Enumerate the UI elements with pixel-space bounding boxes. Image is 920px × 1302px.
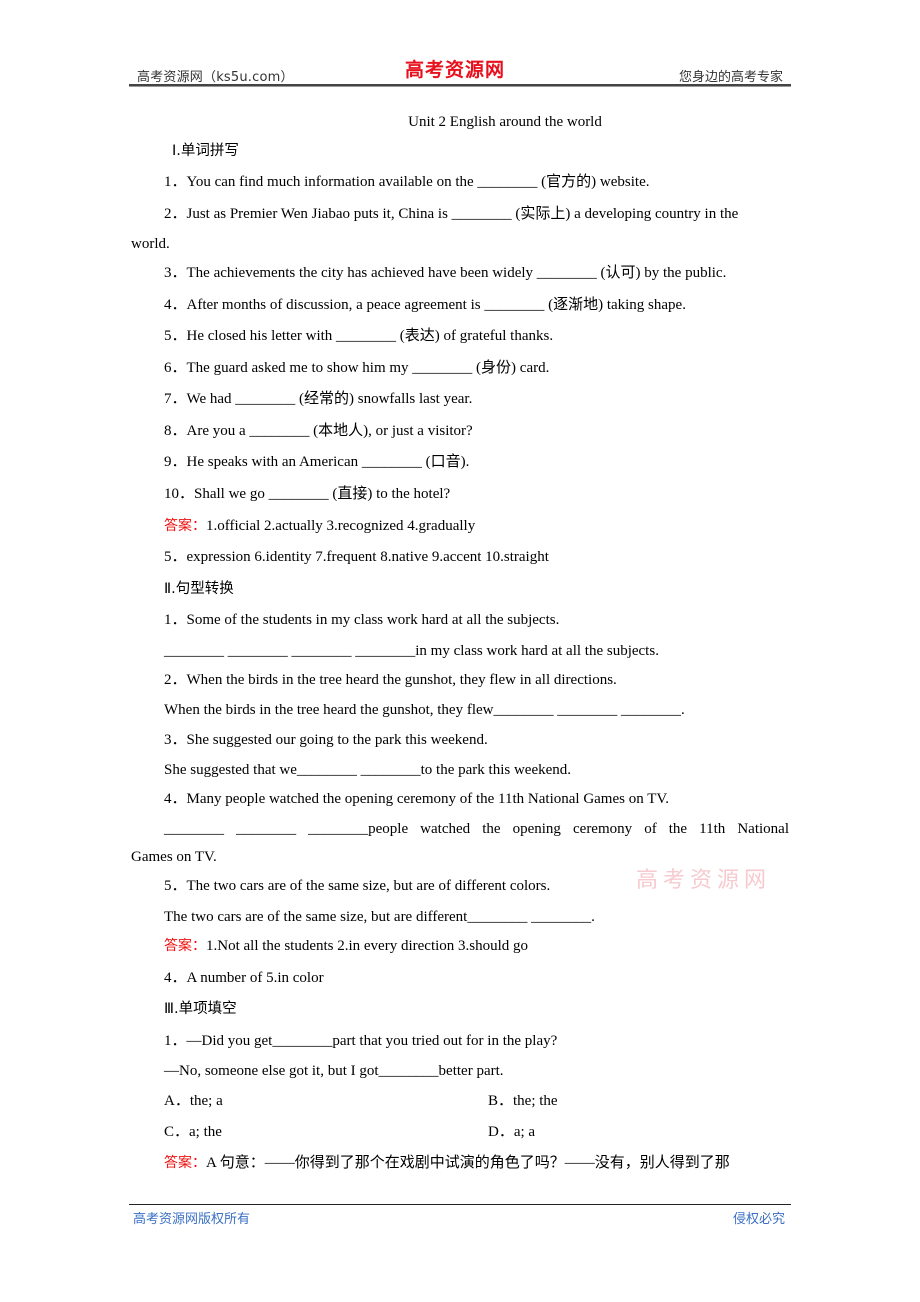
- footer-copyright: 高考资源网版权所有: [133, 1212, 251, 1227]
- s2-item-5-rewrite: The two cars are of the same size, but a…: [164, 909, 595, 925]
- s1-item-8: 8．Are you a ________ (本地人), or just a vi…: [164, 423, 473, 439]
- header-divider: [129, 84, 791, 87]
- word: of: [644, 821, 657, 837]
- s2-item-4: 4．Many people watched the opening ceremo…: [164, 791, 670, 807]
- footer-divider: [129, 1204, 791, 1205]
- answer-text: A 句意：——你得到了那个在戏剧中试演的角色了吗？——没有，别人得到了那: [206, 1155, 730, 1171]
- answer-label: 答案：: [164, 1155, 206, 1171]
- document-page: 高考资源网（ks5u.com） 高考资源网 您身边的高考专家 Unit 2 En…: [0, 0, 920, 1302]
- s3-question-1: 1．—Did you get________part that you trie…: [164, 1033, 558, 1049]
- word: the: [668, 821, 688, 837]
- s1-answer-cont: 5．expression 6.identity 7.frequent 8.nat…: [164, 549, 549, 565]
- section-3-heading: Ⅲ.单项填空: [164, 1001, 237, 1017]
- word: opening: [512, 821, 561, 837]
- s1-item-5: 5．He closed his letter with ________ (表达…: [164, 328, 554, 344]
- word: ________people: [308, 821, 409, 837]
- document-title: Unit 2 English around the world: [408, 114, 602, 130]
- s1-item-2: 2．Just as Premier Wen Jiabao puts it, Ch…: [164, 206, 739, 222]
- section-1-heading: Ⅰ.单词拼写: [172, 143, 239, 159]
- option-d: D．a; a: [488, 1124, 536, 1140]
- s2-item-4-rewrite: ________ ________ ________people watched…: [164, 820, 789, 838]
- s2-item-4-cont: Games on TV.: [131, 849, 217, 865]
- word: watched: [420, 821, 471, 837]
- header-logo: 高考资源网: [405, 59, 506, 81]
- s3-answer: 答案：A 句意：——你得到了那个在戏剧中试演的角色了吗？——没有，别人得到了那: [164, 1154, 730, 1172]
- header-site-name: 高考资源网（ks5u.com）: [137, 70, 294, 85]
- option-b: B．the; the: [488, 1093, 558, 1109]
- s1-item-2-cont: world.: [131, 236, 170, 252]
- s1-item-1: 1．You can find much information availabl…: [164, 174, 650, 190]
- answer-text: 1.Not all the students 2.in every direct…: [206, 938, 529, 954]
- header-slogan: 您身边的高考专家: [678, 70, 783, 85]
- word: 11th: [699, 821, 726, 837]
- word: ceremony: [573, 821, 633, 837]
- s2-item-3-rewrite: She suggested that we________ ________to…: [164, 762, 572, 778]
- footer-rights-notice: 侵权必究: [732, 1212, 785, 1227]
- s2-answer-cont: 4．A number of 5.in color: [164, 970, 324, 986]
- s2-item-2-rewrite: When the birds in the tree heard the gun…: [164, 702, 685, 718]
- watermark-logo: 高考资源网: [636, 868, 772, 893]
- s1-item-4: 4．After months of discussion, a peace ag…: [164, 297, 686, 313]
- word: ________: [164, 821, 224, 837]
- s2-item-5: 5．The two cars are of the same size, but…: [164, 878, 551, 894]
- option-c: C．a; the: [164, 1124, 222, 1140]
- s2-item-1: 1．Some of the students in my class work …: [164, 612, 560, 628]
- word: ________: [236, 821, 297, 837]
- option-a: A．the; a: [164, 1093, 223, 1109]
- s1-item-3: 3．The achievements the city has achieved…: [164, 265, 727, 281]
- word: National: [737, 821, 789, 837]
- section-2-heading: Ⅱ.句型转换: [164, 581, 234, 597]
- s2-item-2: 2．When the birds in the tree heard the g…: [164, 672, 617, 688]
- s3-question-1-reply: —No, someone else got it, but I got_____…: [164, 1063, 504, 1079]
- s1-answer: 答案：1.official 2.actually 3.recognized 4.…: [164, 517, 475, 535]
- s1-item-6: 6．The guard asked me to show him my ____…: [164, 360, 550, 376]
- answer-label: 答案：: [164, 518, 206, 534]
- answer-text: 1.official 2.actually 3.recognized 4.gra…: [206, 518, 476, 534]
- s1-item-10: 10．Shall we go ________ (直接) to the hote…: [164, 486, 451, 502]
- s1-item-7: 7．We had ________ (经常的) snowfalls last y…: [164, 391, 473, 407]
- word: the: [482, 821, 501, 837]
- answer-label: 答案：: [164, 938, 206, 954]
- s2-item-3: 3．She suggested our going to the park th…: [164, 732, 488, 748]
- s1-item-9: 9．He speaks with an American ________ (口…: [164, 454, 470, 470]
- s2-answer: 答案：1.Not all the students 2.in every dir…: [164, 937, 528, 955]
- s2-item-1-rewrite: ________ ________ ________ ________in my…: [164, 643, 659, 659]
